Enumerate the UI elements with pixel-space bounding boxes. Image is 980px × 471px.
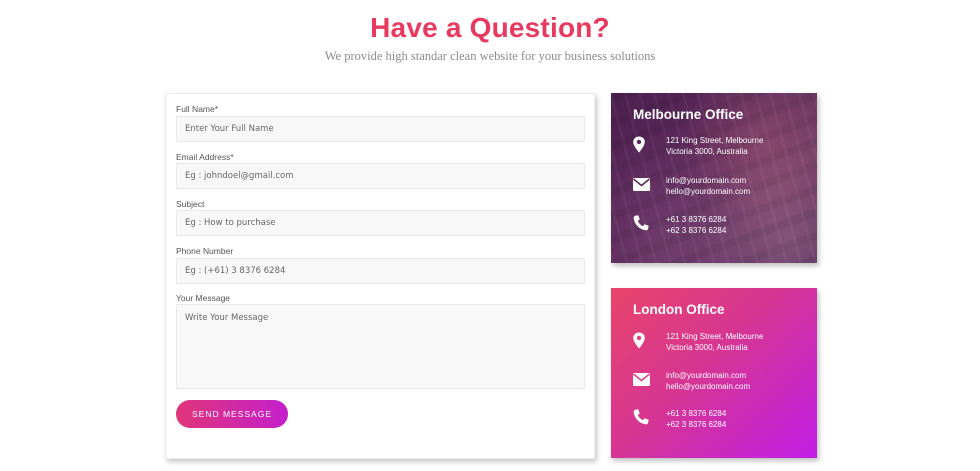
office-phone-row: +61 3 8376 6284 +62 3 8376 6284 xyxy=(611,408,817,438)
map-marker-icon xyxy=(633,136,645,153)
email-link[interactable]: hello@yourdomain.com xyxy=(666,381,750,392)
office-email-row: info@yourdomain.com hello@yourdomain.com xyxy=(611,175,817,205)
office-title: London Office xyxy=(633,302,725,317)
email-link[interactable]: hello@yourdomain.com xyxy=(666,186,750,197)
envelope-icon xyxy=(632,178,651,191)
email-label: Email Address* xyxy=(176,152,234,162)
contact-form: Full Name* Email Address* Subject Phone … xyxy=(165,93,595,459)
page-subtitle: We provide high standar clean website fo… xyxy=(324,49,656,63)
phone-label: Phone Number xyxy=(176,246,234,256)
phone-icon xyxy=(633,215,649,231)
phone-number[interactable]: +62 3 8376 6284 xyxy=(666,419,726,430)
message-textarea[interactable] xyxy=(176,304,585,389)
office-emails: info@yourdomain.com hello@yourdomain.com xyxy=(666,370,750,392)
melbourne-office-card: Melbourne Office 121 King Street, Melbou… xyxy=(611,93,817,263)
subject-label: Subject xyxy=(176,199,205,209)
office-phones: +61 3 8376 6284 +62 3 8376 6284 xyxy=(666,408,726,430)
page-title: Have a Question? xyxy=(370,12,610,43)
email-link[interactable]: info@yourdomain.com xyxy=(666,175,750,186)
subject-input[interactable] xyxy=(176,210,585,236)
office-phone-row: +61 3 8376 6284 +62 3 8376 6284 xyxy=(611,214,817,244)
office-address-row: 121 King Street, Melbourne Victoria 3000… xyxy=(611,331,817,361)
office-address: 121 King Street, Melbourne Victoria 3000… xyxy=(666,331,763,353)
address-line: 121 King Street, Melbourne xyxy=(666,136,764,145)
office-address: 121 King Street, Melbourne Victoria 3000… xyxy=(666,135,763,157)
envelope-icon xyxy=(632,373,651,386)
message-label: Your Message xyxy=(176,293,231,303)
phone-icon xyxy=(633,409,649,425)
phone-number[interactable]: +61 3 8376 6284 xyxy=(666,214,726,225)
address-line: 121 King Street, Melbourne xyxy=(666,332,764,341)
office-title: Melbourne Office xyxy=(633,107,744,122)
full-name-input[interactable] xyxy=(176,116,585,142)
phone-input[interactable] xyxy=(176,258,585,284)
map-marker-icon xyxy=(633,332,645,349)
office-phones: +61 3 8376 6284 +62 3 8376 6284 xyxy=(666,214,726,236)
email-input[interactable] xyxy=(176,163,585,189)
phone-number[interactable]: +62 3 8376 6284 xyxy=(666,225,726,236)
office-email-row: info@yourdomain.com hello@yourdomain.com xyxy=(611,370,817,400)
address-line: Victoria 3000, Australia xyxy=(666,147,748,156)
office-emails: info@yourdomain.com hello@yourdomain.com xyxy=(666,175,750,197)
send-message-button[interactable]: SEND MESSAGE xyxy=(176,400,288,428)
full-name-label: Full Name* xyxy=(176,104,219,114)
email-link[interactable]: info@yourdomain.com xyxy=(666,370,750,381)
address-line: Victoria 3000, Australia xyxy=(666,343,748,352)
phone-number[interactable]: +61 3 8376 6284 xyxy=(666,408,726,419)
london-office-card: London Office 121 King Street, Melbourne… xyxy=(611,288,817,458)
office-address-row: 121 King Street, Melbourne Victoria 3000… xyxy=(611,135,817,165)
